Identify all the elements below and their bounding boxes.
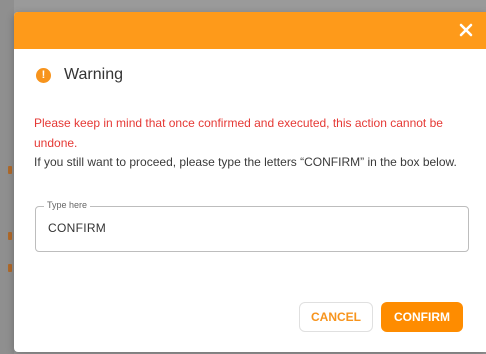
info-message: If you still want to proceed, please typ… xyxy=(34,155,457,169)
dialog-header xyxy=(14,12,486,49)
confirm-input[interactable] xyxy=(48,221,448,235)
background-marker xyxy=(8,232,12,240)
background-marker xyxy=(8,166,12,174)
cancel-button[interactable]: CANCEL xyxy=(299,302,373,332)
dialog-title: Warning xyxy=(64,66,123,83)
background-marker xyxy=(8,264,12,272)
confirm-button[interactable]: CONFIRM xyxy=(381,302,463,332)
danger-message: Please keep in mind that once confirmed … xyxy=(34,116,443,150)
warning-icon: ! xyxy=(36,67,51,83)
confirm-text-field[interactable]: Type here xyxy=(35,200,469,252)
close-button[interactable] xyxy=(456,20,476,40)
field-label: Type here xyxy=(44,200,91,210)
background-strip xyxy=(0,0,14,354)
warning-dialog: ! Warning Please keep in mind that once … xyxy=(14,12,486,352)
close-icon[interactable] xyxy=(456,20,476,40)
dialog-title-row: ! Warning xyxy=(36,66,123,84)
